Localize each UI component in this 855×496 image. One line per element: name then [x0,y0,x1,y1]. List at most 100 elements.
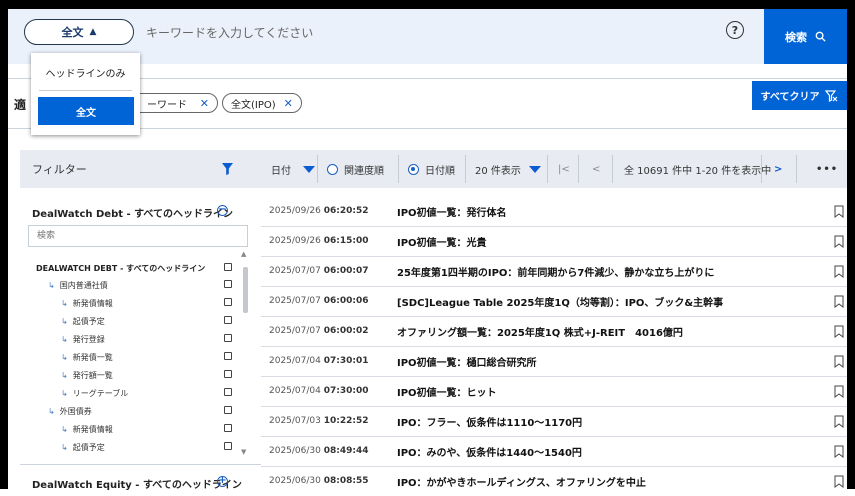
tree-item[interactable]: ↳ 起債予定 [61,316,105,327]
search-button[interactable]: 検索 [764,9,847,64]
result-title[interactable]: IPO：かがやきホールディングス、オファリングを中止 [397,474,646,489]
tree-item[interactable]: ↳ 発行登録 [61,334,105,345]
bookmark-icon[interactable] [834,205,844,218]
tree-item-label: 起債予定 [72,317,105,326]
tree-item[interactable]: ↳ 発行額一覧 [61,370,113,381]
result-title[interactable]: IPO初値一覧：ヒット [397,384,497,399]
result-time: 08:49:44 [323,446,369,456]
tree-item-root[interactable]: DEALWATCH DEBT - すべてのヘッドライン [36,263,205,274]
bookmark-icon[interactable] [834,235,844,248]
result-datetime: 2025/07/07 06:00:07 [269,266,369,276]
result-date: 2025/06/30 [269,446,321,456]
collapse-icon[interactable]: − [217,205,228,216]
applied-filters-label: 適 [14,98,27,112]
prev-page-button[interactable]: < [592,150,600,188]
result-row[interactable]: 2025/07/07 06:00:02 オファリング額一覧：2025年度1Q 株… [261,317,847,347]
checkbox[interactable] [224,352,232,360]
clear-all-button[interactable]: すべてクリア [752,81,847,110]
result-date: 2025/07/03 [269,416,321,426]
first-page-icon: |< [558,163,570,175]
scroll-down-arrow-icon[interactable]: ▼ [241,448,246,456]
subitem-arrow-icon: ↳ [61,425,68,434]
subitem-arrow-icon: ↳ [61,443,68,452]
checkbox[interactable] [224,388,232,396]
checkbox[interactable] [224,334,232,342]
tree-item[interactable]: ↳ 新発債情報 [61,424,113,435]
bookmark-icon[interactable] [834,295,844,308]
tree-item[interactable]: ↳ 国内普通社債 [48,280,108,291]
tree-item-label: 新発債情報 [72,425,113,434]
bookmark-icon[interactable] [834,445,844,458]
checkbox[interactable] [224,316,232,324]
keyword-search-input[interactable] [144,20,688,46]
tree-item[interactable]: ↳ 起債予定 [61,442,105,453]
page-info: 全 10691 件中 1-20 件を表示中 [624,150,771,188]
result-title[interactable]: IPO：フラー、仮条件は1110～1170円 [397,414,582,429]
result-row[interactable]: 2025/06/30 08:49:44 IPO：みのや、仮条件は1440～154… [261,437,847,467]
result-title[interactable]: IPO：みのや、仮条件は1440～1540円 [397,444,582,459]
result-title[interactable]: IPO初値一覧：光貴 [397,234,487,249]
more-options-button[interactable]: ••• [816,150,838,188]
result-row[interactable]: 2025/07/04 07:30:01 IPO初値一覧：樋口総合研究所 [261,347,847,377]
checkbox[interactable] [224,442,232,450]
tree-item[interactable]: ↳ 新発債一覧 [61,352,113,363]
scope-option-headline[interactable]: ヘッドラインのみ [31,65,140,80]
result-title[interactable]: 25年度第1四半期のIPO：前年同期から7件減少、静かな立ち上がりに [397,264,714,279]
help-icon[interactable]: ? [726,21,744,39]
tree-item-label: 国内普通社債 [59,281,108,290]
first-page-button[interactable]: |< [558,150,570,188]
tree-item-label: DEALWATCH DEBT - すべてのヘッドライン [36,264,206,273]
bookmark-icon[interactable] [834,265,844,278]
search-scope-dropdown[interactable]: 全文 ▲ [24,19,134,45]
checkbox[interactable] [224,298,232,306]
subitem-arrow-icon: ↳ [61,353,68,362]
tree-item[interactable]: ↳ 新発債情報 [61,298,113,309]
close-icon[interactable]: ✕ [284,97,293,110]
checkbox[interactable] [224,280,232,288]
filter-panel-title: フィルター [32,163,87,176]
result-datetime: 2025/09/26 06:15:00 [269,236,369,246]
next-page-button[interactable]: > [774,150,782,188]
filter-search-input[interactable] [28,225,248,247]
filter-tag-fulltext[interactable]: 全文(IPO) ✕ [222,93,302,113]
scroll-up-arrow-icon[interactable]: ▲ [241,250,246,258]
subitem-arrow-icon: ↳ [61,299,68,308]
sort-field-dropdown[interactable]: 日付 [271,150,315,188]
tree-item[interactable]: ↳ リーグテーブル [61,388,128,399]
checkbox[interactable] [224,370,232,378]
result-date: 2025/07/07 [269,266,321,276]
close-icon[interactable]: ✕ [200,97,209,110]
sort-date-radio[interactable]: 日付順 [408,150,455,188]
clear-all-label: すべてクリア [760,92,820,103]
result-row[interactable]: 2025/09/26 06:15:00 IPO初値一覧：光貴 [261,227,847,257]
bookmark-icon[interactable] [834,325,844,338]
bookmark-icon[interactable] [834,385,844,398]
result-row[interactable]: 2025/07/03 10:22:52 IPO：フラー、仮条件は1110～117… [261,407,847,437]
bookmark-icon[interactable] [834,355,844,368]
result-row[interactable]: 2025/07/07 06:00:06 [SDC]League Table 20… [261,287,847,317]
scope-option-fulltext[interactable]: 全文 [38,97,134,125]
result-title[interactable]: IPO初値一覧：発行体名 [397,204,507,219]
result-row[interactable]: 2025/09/26 06:20:52 IPO初値一覧：発行体名 [261,197,847,227]
result-title[interactable]: [SDC]League Table 2025年度1Q（均等割）：IPO、ブック&… [397,294,723,309]
toolbar-divider [465,155,466,183]
sort-relevance-radio[interactable]: 関連度順 [327,150,384,188]
tree-item[interactable]: ↳ 外国債券 [48,406,92,417]
per-page-dropdown[interactable]: 20 件表示 [475,150,541,188]
expand-icon[interactable]: + [217,476,228,487]
subitem-arrow-icon: ↳ [48,281,55,290]
result-row[interactable]: 2025/07/07 06:00:07 25年度第1四半期のIPO：前年同期から… [261,257,847,287]
funnel-icon[interactable] [222,163,233,175]
checkbox[interactable] [224,263,232,271]
result-row[interactable]: 2025/06/30 08:08:55 IPO：かがやきホールディングス、オファ… [261,467,847,496]
checkbox[interactable] [224,406,232,414]
scrollbar-thumb[interactable] [243,267,248,313]
result-title[interactable]: IPO初値一覧：樋口総合研究所 [397,354,537,369]
toolbar-divider [317,155,318,183]
result-title[interactable]: オファリング額一覧：2025年度1Q 株式+J-REIT 4016億円 [397,324,683,339]
checkbox[interactable] [224,424,232,432]
bookmark-icon[interactable] [834,415,844,428]
toolbar-divider [612,155,613,183]
result-row[interactable]: 2025/07/04 07:30:00 IPO初値一覧：ヒット [261,377,847,407]
bookmark-icon[interactable] [834,475,844,488]
